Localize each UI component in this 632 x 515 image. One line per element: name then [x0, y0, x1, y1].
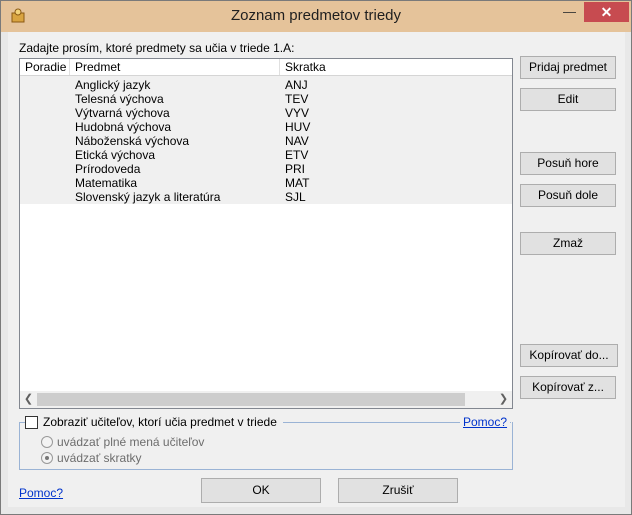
row-subject: Anglický jazyk: [75, 78, 151, 92]
list-row[interactable]: Hudobná výchova HUV: [20, 120, 512, 134]
list-row[interactable]: Prírodoveda PRI: [20, 162, 512, 176]
row-subject: Telesná výchova: [75, 92, 164, 106]
subjects-list[interactable]: Poradie Predmet Skratka Anglický jazyk AN…: [19, 58, 513, 409]
ok-button[interactable]: OK: [201, 478, 321, 503]
radio-full-names[interactable]: uvádzať plné mená učiteľov: [41, 434, 204, 449]
dialog-body: Zadajte prosím, ktoré predmety sa učia v…: [8, 32, 625, 507]
row-abbrev: VYV: [285, 106, 310, 120]
move-down-button[interactable]: Posuň dole: [520, 184, 616, 207]
dialog-window: Zoznam predmetov triedy — ✕ Zadajte pros…: [0, 0, 632, 515]
row-abbrev: NAV: [285, 134, 309, 148]
list-row[interactable]: Etická výchova ETV: [20, 148, 512, 162]
row-abbrev: SJL: [285, 190, 306, 204]
list-row[interactable]: Anglický jazyk ANJ: [20, 78, 512, 92]
row-subject: Výtvarná výchova: [75, 106, 170, 120]
row-subject: Etická výchova: [75, 148, 156, 162]
list-row[interactable]: Matematika MAT: [20, 176, 512, 190]
show-teachers-checkbox[interactable]: Zobraziť učiteľov, ktorí učia predmet v …: [25, 415, 283, 430]
edit-button[interactable]: Edit: [520, 88, 616, 111]
list-row[interactable]: Slovenský jazyk a literatúra SJL: [20, 190, 512, 204]
prompt-label: Zadajte prosím, ktoré predmety sa učia v…: [19, 41, 295, 55]
row-subject: Náboženská výchova: [75, 134, 190, 148]
cancel-button[interactable]: Zrušiť: [338, 478, 458, 503]
close-button[interactable]: ✕: [584, 2, 629, 22]
scrollbar-thumb[interactable]: [37, 393, 465, 406]
list-header: Poradie Predmet Skratka: [20, 59, 512, 76]
checkbox-label: Zobraziť učiteľov, ktorí učia predmet v …: [43, 415, 277, 429]
radio-label: uvádzať skratky: [57, 450, 142, 465]
checkbox-box[interactable]: [25, 416, 38, 430]
scroll-left-icon[interactable]: ❮: [20, 391, 37, 408]
radio-circle[interactable]: [41, 435, 53, 448]
row-abbrev: HUV: [285, 120, 311, 134]
help-link-teachers[interactable]: Pomoc?: [460, 415, 511, 429]
help-link[interactable]: Pomoc?: [19, 486, 63, 500]
list-row[interactable]: Výtvarná výchova VYV: [20, 106, 512, 120]
radio-abbreviations[interactable]: uvádzať skratky: [41, 450, 142, 465]
delete-button[interactable]: Zmaž: [520, 232, 616, 255]
row-subject: Slovenský jazyk a literatúra: [75, 190, 221, 204]
list-rows: Anglický jazyk ANJ Telesná výchova TEV Výt…: [20, 76, 512, 204]
move-up-button[interactable]: Posuň hore: [520, 152, 616, 175]
column-header-poradie[interactable]: Poradie: [20, 59, 70, 75]
list-row[interactable]: Náboženská výchova NAV: [20, 134, 512, 148]
row-subject: Hudobná výchova: [75, 120, 172, 134]
list-row[interactable]: Telesná výchova TEV: [20, 92, 512, 106]
row-abbrev: MAT: [285, 176, 310, 190]
row-subject: Prírodoveda: [75, 162, 141, 176]
horizontal-scrollbar[interactable]: ❮ ❯: [20, 391, 512, 408]
radio-circle-selected[interactable]: [41, 451, 53, 464]
column-header-predmet[interactable]: Predmet: [70, 59, 280, 75]
add-subject-button[interactable]: Pridaj predmet: [520, 56, 616, 79]
column-header-skratka[interactable]: Skratka: [280, 59, 512, 75]
title-bar[interactable]: Zoznam predmetov triedy — ✕: [1, 1, 631, 32]
scroll-right-icon[interactable]: ❯: [495, 391, 512, 408]
radio-label: uvádzať plné mená učiteľov: [57, 434, 205, 449]
row-abbrev: PRI: [285, 162, 306, 176]
row-abbrev: TEV: [285, 92, 309, 106]
row-subject: Matematika: [75, 176, 138, 190]
row-abbrev: ETV: [285, 148, 309, 162]
copy-from-button[interactable]: Kopírovať z...: [520, 376, 616, 399]
minimize-button[interactable]: —: [556, 2, 583, 22]
copy-to-button[interactable]: Kopírovať do...: [520, 344, 618, 367]
row-abbrev: ANJ: [285, 78, 308, 92]
window-title: Zoznam predmetov triedy: [230, 7, 402, 24]
